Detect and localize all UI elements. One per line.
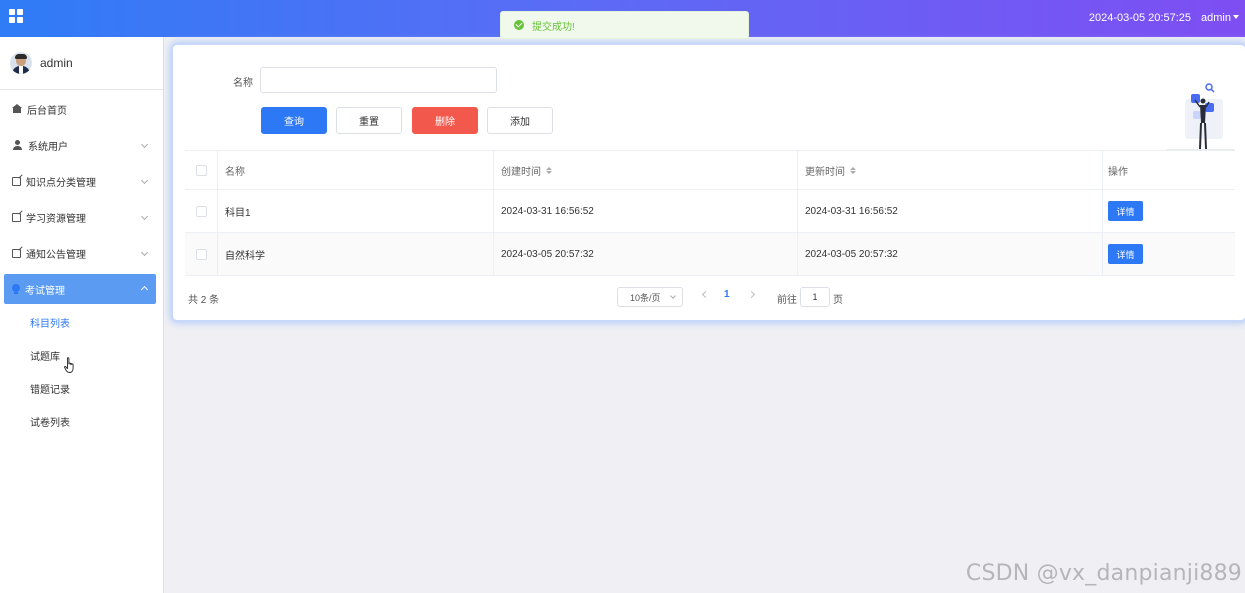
next-page-icon[interactable]: [747, 290, 756, 299]
table-header-checkbox-cell: [185, 151, 218, 189]
goto-page-input[interactable]: [800, 287, 830, 307]
user-icon: [12, 139, 23, 151]
table-cell-created: 2024-03-05 20:57:32: [494, 233, 798, 275]
select-all-checkbox[interactable]: [195, 164, 207, 176]
table-row: 自然科学 2024-03-05 20:57:32 2024-03-05 20:5…: [185, 233, 1235, 276]
page-size-select[interactable]: 10条/页: [617, 287, 683, 307]
current-page-number[interactable]: 1: [724, 289, 730, 300]
row-checkbox[interactable]: [195, 248, 207, 260]
table-cell-updated: 2024-03-05 20:57:32: [798, 233, 1103, 275]
success-check-icon: [514, 20, 524, 30]
edit-icon: [12, 176, 21, 186]
edit-icon: [12, 248, 21, 258]
sidebar-item-notices[interactable]: 通知公告管理: [0, 235, 163, 271]
goto-label: 前往: [777, 295, 797, 306]
sidebar-item-learning-resources[interactable]: 学习资源管理: [0, 199, 163, 235]
delete-button[interactable]: 删除: [412, 107, 478, 134]
search-illustration-icon: [1167, 83, 1235, 151]
table-header-actions: 操作: [1108, 166, 1128, 178]
table-header-name: 名称: [218, 151, 494, 189]
chevron-down-icon: [1233, 15, 1239, 19]
table-cell-created: 2024-03-31 16:56:52: [494, 190, 798, 232]
sidebar-subitem-subject-list[interactable]: 科目列表: [0, 306, 163, 339]
chevron-down-icon: [140, 140, 149, 149]
hand-cursor-icon: [64, 357, 74, 373]
watermark: CSDN @vx_danpianji889: [965, 561, 1242, 586]
sidebar-item-label: 知识点分类管理: [26, 177, 96, 189]
sidebar-item-exam-management[interactable]: 考试管理: [4, 274, 156, 304]
search-name-label: 名称: [233, 78, 253, 89]
table-header-label: 更新时间: [805, 166, 845, 178]
header-datetime: 2024-03-05 20:57:25: [1088, 12, 1191, 24]
table-cell-updated: 2024-03-31 16:56:52: [798, 190, 1103, 232]
sort-icon[interactable]: [546, 166, 552, 174]
sidebar-item-label: 考试管理: [25, 285, 65, 297]
main-panel: 名称 查询 重置 删除 添加 名称 创建时间 更新时间 操作 科目1 2024-…: [173, 45, 1245, 320]
table-header-created[interactable]: 创建时间: [494, 151, 798, 189]
sidebar-item-knowledge-category[interactable]: 知识点分类管理: [0, 163, 163, 199]
sidebar-item-home[interactable]: 后台首页: [0, 91, 163, 127]
table-cell-actions: 详情: [1103, 190, 1235, 232]
table-header-row: 名称 创建时间 更新时间 操作: [185, 151, 1235, 190]
edit-icon: [12, 212, 21, 222]
table-row-checkbox-cell: [185, 233, 218, 275]
sidebar-item-label: 后台首页: [27, 105, 67, 117]
reset-button[interactable]: 重置: [336, 107, 402, 134]
bulb-icon: [12, 284, 20, 294]
header-user-dropdown[interactable]: admin: [1201, 12, 1239, 24]
query-button[interactable]: 查询: [261, 107, 327, 134]
table-header-updated[interactable]: 更新时间: [798, 151, 1103, 189]
sidebar-subitem-wrong-records[interactable]: 错题记录: [0, 372, 163, 405]
chevron-down-icon: [140, 176, 149, 185]
table-cell-actions: 详情: [1103, 233, 1235, 275]
success-toast: 提交成功!: [500, 11, 749, 39]
sidebar-item-system-users[interactable]: 系统用户: [0, 127, 163, 163]
table-cell-name: 自然科学: [218, 233, 494, 275]
sidebar-item-label: 学习资源管理: [26, 213, 86, 225]
toast-message: 提交成功!: [532, 21, 575, 33]
detail-button[interactable]: 详情: [1108, 201, 1143, 221]
menu-grid-icon[interactable]: [9, 9, 24, 24]
chevron-down-icon: [140, 248, 149, 257]
sidebar-item-label: 系统用户: [28, 141, 68, 153]
chevron-up-icon: [140, 285, 149, 294]
avatar: [10, 52, 32, 74]
page-size-value: 10条/页: [630, 292, 661, 303]
table-row: 科目1 2024-03-31 16:56:52 2024-03-31 16:56…: [185, 190, 1235, 233]
subject-table: 名称 创建时间 更新时间 操作 科目1 2024-03-31 16:56:52 …: [185, 150, 1235, 276]
detail-button[interactable]: 详情: [1108, 244, 1143, 264]
sidebar: admin 后台首页 系统用户 知识点分类管理 学习资源管理 通知公告管理 考试…: [0, 37, 164, 593]
header-user-label: admin: [1201, 12, 1231, 24]
goto-unit-label: 页: [833, 295, 843, 306]
sidebar-username: admin: [40, 56, 73, 70]
sidebar-item-label: 通知公告管理: [26, 249, 86, 261]
home-icon: [12, 104, 22, 113]
table-row-checkbox-cell: [185, 190, 218, 232]
chevron-down-icon: [140, 212, 149, 221]
pagination-total: 共 2 条: [188, 295, 220, 306]
chevron-down-icon: [670, 293, 676, 299]
prev-page-icon[interactable]: [701, 290, 710, 299]
sidebar-user: admin: [0, 37, 163, 90]
table-cell-name: 科目1: [218, 190, 494, 232]
sidebar-subitem-paper-list[interactable]: 试卷列表: [0, 405, 163, 438]
add-button[interactable]: 添加: [487, 107, 553, 134]
sidebar-subitem-question-bank[interactable]: 试题库: [0, 339, 163, 372]
search-name-input[interactable]: [260, 67, 497, 93]
table-header-label: 创建时间: [501, 166, 541, 178]
sort-icon[interactable]: [850, 166, 856, 174]
row-checkbox[interactable]: [195, 205, 207, 217]
